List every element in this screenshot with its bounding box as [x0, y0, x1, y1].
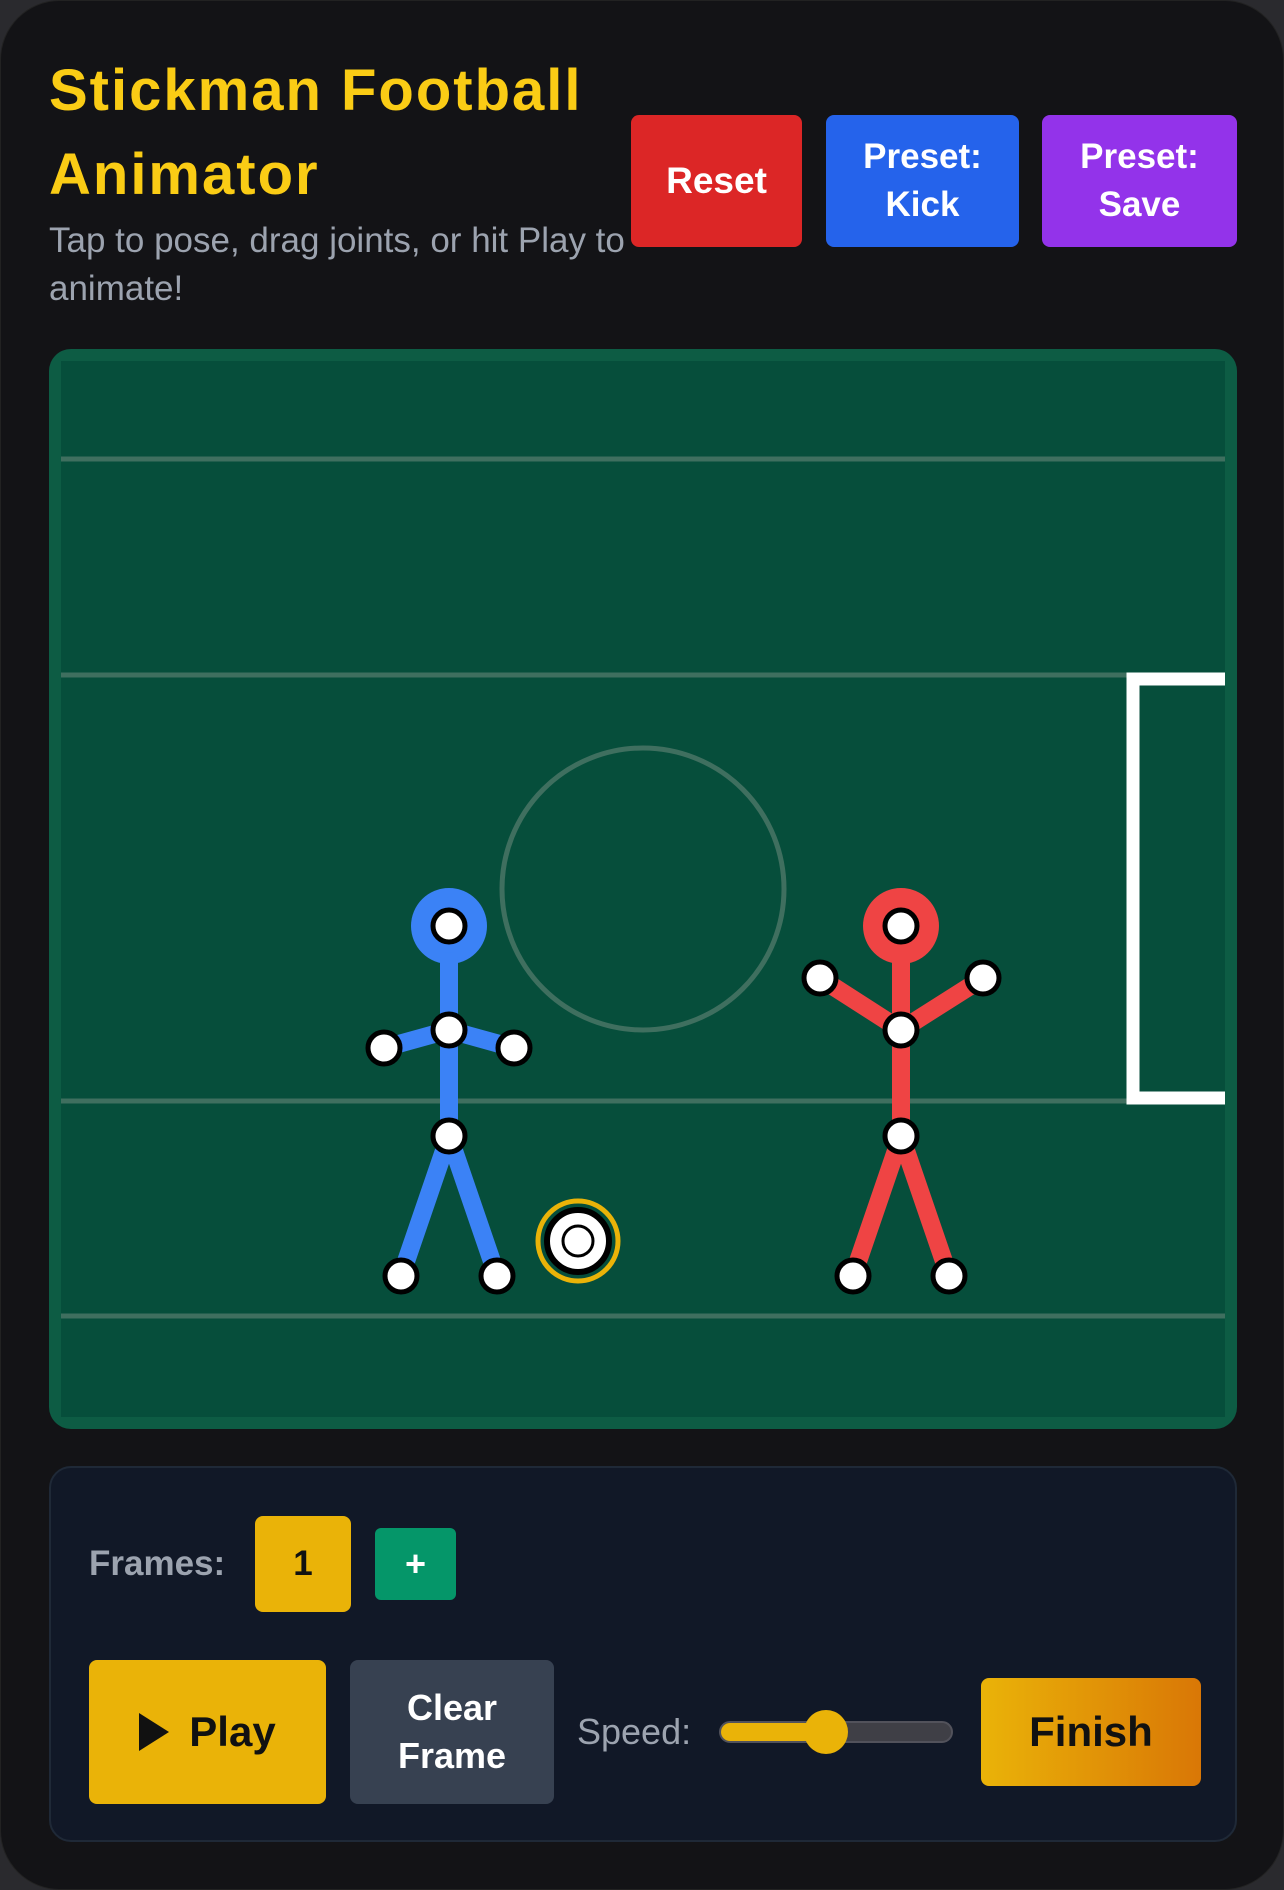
play-label: Play [189, 1708, 276, 1755]
play-icon [139, 1713, 170, 1751]
page-title: Stickman Football Animator [49, 58, 583, 207]
add-frame-button[interactable]: + [375, 1528, 456, 1600]
red-joint-right-hand[interactable] [964, 959, 1002, 997]
page-subtitle: Tap to pose, drag joints, or hit Play to… [49, 221, 625, 308]
frame-chip[interactable]: 1 [255, 1516, 351, 1612]
blue-joint-hip[interactable] [430, 1117, 468, 1155]
blue-joint-left-hand[interactable] [365, 1029, 403, 1067]
app-card: Stickman Football Animator Tap to pose, … [0, 0, 1284, 1890]
football-field[interactable] [61, 361, 1225, 1417]
header: Stickman Football Animator Tap to pose, … [49, 49, 1237, 319]
blue-joint-right-foot[interactable] [478, 1257, 516, 1295]
red-joint-neck[interactable] [882, 1011, 920, 1049]
clear-frame-label: Clear Frame [397, 1687, 507, 1776]
blue-joint-right-hand[interactable] [495, 1029, 533, 1067]
clear-frame-button[interactable]: Clear Frame [350, 1660, 554, 1804]
finish-button[interactable]: Finish [981, 1678, 1201, 1786]
frames-label: Frames: [89, 1544, 226, 1583]
soccer-ball[interactable] [535, 1198, 621, 1284]
preset-save-button[interactable]: Preset: Save [1042, 115, 1237, 247]
blue-joint-neck[interactable] [430, 1011, 468, 1049]
red-joint-left-foot[interactable] [834, 1257, 872, 1295]
reset-button[interactable]: Reset [631, 115, 802, 247]
red-joint-right-foot[interactable] [930, 1257, 968, 1295]
pitch [61, 361, 1225, 1417]
play-button[interactable]: Play [89, 1660, 326, 1804]
timeline-panel: Frames: 1 + Play Clear Frame Speed: Fini… [49, 1466, 1237, 1842]
red-joint-hip[interactable] [882, 1117, 920, 1155]
preset-kick-button[interactable]: Preset: Kick [826, 115, 1019, 247]
speed-slider-thumb[interactable] [804, 1710, 849, 1754]
blue-joint-head[interactable] [430, 907, 468, 945]
red-joint-head[interactable] [882, 907, 920, 945]
speed-label: Speed: [577, 1711, 692, 1752]
blue-joint-left-foot[interactable] [382, 1257, 420, 1295]
red-joint-left-hand[interactable] [801, 959, 839, 997]
field-canvas-frame [49, 349, 1237, 1429]
